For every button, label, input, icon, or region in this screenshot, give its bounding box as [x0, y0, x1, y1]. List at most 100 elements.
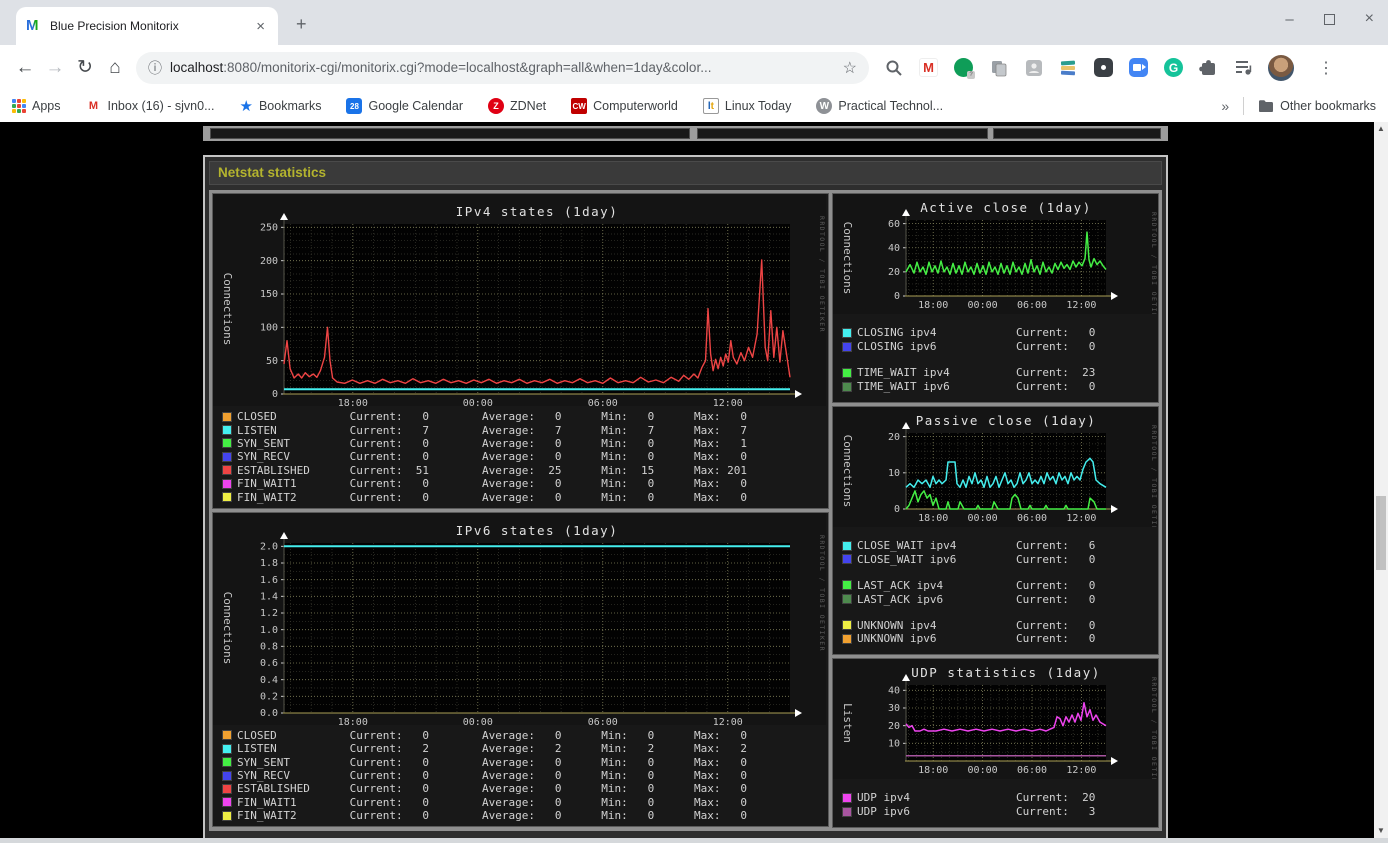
new-tab-button[interactable]: + [296, 14, 307, 35]
legend-text: UNKNOWN ipv6 Current: 0 [857, 632, 1096, 646]
wordpress-icon: W [816, 98, 833, 114]
legend-swatch [843, 368, 851, 377]
legend-row: SYN_SENT Current: 0 Average: 0 Min: 0 Ma… [223, 437, 828, 450]
bookmark-apps[interactable]: Apps [12, 99, 61, 113]
folder-icon [1259, 100, 1274, 112]
svg-text:0: 0 [894, 291, 900, 302]
gmail-extension-icon[interactable]: M [918, 57, 939, 78]
legend-text: CLOSE_WAIT ipv6 Current: 0 [857, 552, 1096, 566]
legend-swatch [843, 342, 851, 351]
other-bookmarks-button[interactable]: Other bookmarks [1258, 99, 1376, 113]
legend-group: TIME_WAIT ipv4 Current: 23 TIME_WAIT ipv6… [843, 366, 1158, 394]
minimize-button[interactable]: – [1285, 11, 1293, 28]
legend-swatch [223, 493, 231, 502]
bookmark-inbox[interactable]: M Inbox (16) - sjvn0... [85, 98, 215, 114]
browser-toolbar: ← → ↻ ⌂ ⓘ localhost:8080/monitorix-cgi/m… [0, 45, 1388, 90]
svg-text:00:00: 00:00 [463, 398, 493, 406]
grammarly-extension-icon[interactable]: G [1163, 57, 1184, 78]
svg-text:0.4: 0.4 [260, 675, 278, 686]
voice-extension-icon[interactable]: ? [953, 57, 975, 79]
svg-text:0: 0 [894, 504, 900, 515]
forward-button[interactable]: → [40, 57, 70, 79]
bookmark-bookmarks[interactable]: ★ Bookmarks [240, 97, 322, 115]
computerworld-icon: CW [571, 98, 588, 114]
legend-swatch [843, 581, 851, 590]
legend-text: LISTEN Current: 7 Average: 7 Min: 7 Max:… [237, 423, 747, 437]
legend-swatch [223, 412, 231, 421]
legend-row: FIN_WAIT1 Current: 0 Average: 0 Min: 0 M… [223, 796, 828, 809]
flashlight-extension-icon[interactable] [1093, 57, 1114, 78]
search-extension-icon[interactable] [883, 57, 904, 78]
legend-row: LISTEN Current: 2 Average: 2 Min: 2 Max:… [223, 742, 828, 755]
legend-row: SYN_RECV Current: 0 Average: 0 Min: 0 Ma… [223, 769, 828, 782]
bookmarks-bar-right: » Other bookmarks [1221, 97, 1376, 115]
reload-button[interactable]: ↻ [70, 56, 100, 79]
legend-row: SYN_RECV Current: 0 Average: 0 Min: 0 Ma… [223, 450, 828, 463]
passive-close-panel: 0 10 20 18:00 00:00 06:00 12:00 Passive close (… [832, 405, 1159, 655]
svg-text:0.8: 0.8 [260, 641, 278, 652]
bookmark-linux-today[interactable]: lt Linux Today [702, 98, 791, 114]
ipv4-states-graph[interactable]: 0 50 100 150 200 250 18:00 00:00 06:00 12:00 IPv4 … [213, 194, 828, 406]
svg-text:40: 40 [888, 243, 900, 254]
page-info-icon[interactable]: ⓘ [148, 58, 162, 78]
legend-swatch [223, 439, 231, 448]
scrollbar-up-arrow[interactable]: ▲ [1374, 122, 1388, 136]
books-extension-icon[interactable] [1058, 57, 1079, 78]
udp-statistics-legend: UDP ipv4 Current: 20 UDP ipv6 Current: 3 [833, 779, 1158, 827]
browser-tab[interactable]: M Blue Precision Monitorix × [16, 7, 278, 45]
legend-swatch [843, 382, 851, 391]
svg-text:18:00: 18:00 [918, 513, 948, 524]
ipv4-states-legend: CLOSED Current: 0 Average: 0 Min: 0 Max:… [213, 406, 828, 508]
back-button[interactable]: ← [10, 57, 40, 79]
address-bar[interactable]: ⓘ localhost:8080/monitorix-cgi/monitorix… [136, 51, 869, 84]
netstat-statistics-section: Netstat statistics 0 50 100 150 200 250 18:00 0… [203, 155, 1168, 843]
legend-row: CLOSED Current: 0 Average: 0 Min: 0 Max:… [223, 410, 828, 423]
svg-text:60: 60 [888, 219, 900, 230]
legend-text: LAST_ACK ipv6 Current: 0 [857, 592, 1096, 606]
page-content: Netstat statistics 0 50 100 150 200 250 18:00 0… [0, 122, 1388, 843]
browser-menu-icon[interactable]: ⋮ [1318, 58, 1334, 78]
playlist-extension-icon[interactable] [1233, 57, 1254, 78]
legend-swatch [223, 784, 231, 793]
bookmarks-overflow-chevron[interactable]: » [1221, 98, 1229, 114]
extensions-puzzle-icon[interactable] [1198, 57, 1219, 78]
maximize-button[interactable] [1323, 13, 1335, 25]
home-button[interactable]: ⌂ [100, 57, 130, 79]
legend-swatch [223, 452, 231, 461]
bookmark-zdnet[interactable]: Z ZDNet [488, 98, 546, 114]
profile-avatar[interactable] [1268, 54, 1294, 81]
legend-swatch [223, 771, 231, 780]
scrollbar-thumb[interactable] [1376, 496, 1386, 570]
passive-close-graph[interactable]: 0 10 20 18:00 00:00 06:00 12:00 Passive close (… [833, 406, 1158, 527]
window-close-button[interactable]: × [1365, 10, 1374, 28]
legend-swatch [223, 811, 231, 820]
section-header: Netstat statistics [209, 161, 1162, 185]
legend-row: FIN_WAIT1 Current: 0 Average: 0 Min: 0 M… [223, 477, 828, 490]
svg-text:2.0: 2.0 [260, 541, 278, 552]
legend-row: TIME_WAIT ipv4 Current: 23 [843, 366, 1158, 380]
star-icon: ★ [239, 98, 253, 115]
page-scrollbar[interactable]: ▲ ▼ [1374, 122, 1388, 838]
svg-text:10: 10 [888, 468, 900, 479]
svg-text:0.0: 0.0 [260, 708, 278, 719]
svg-text:Passive close (1day): Passive close (1day) [916, 413, 1097, 428]
bookmark-google-calendar[interactable]: 28 Google Calendar [346, 98, 463, 114]
svg-text:20: 20 [888, 721, 900, 732]
legend-swatch [223, 758, 231, 767]
legend-row: TIME_WAIT ipv6 Current: 0 [843, 380, 1158, 394]
copy-extension-icon[interactable] [988, 57, 1009, 78]
person-extension-icon[interactable] [1023, 57, 1044, 78]
extensions-row: M ? G ⋮ [883, 54, 1334, 81]
udp-statistics-graph[interactable]: 10 20 30 40 18:00 00:00 06:00 12:00 UDP statisti… [833, 658, 1158, 779]
video-meet-extension-icon[interactable] [1128, 57, 1149, 78]
legend-text: FIN_WAIT1 Current: 0 Average: 0 Min: 0 M… [237, 795, 747, 809]
svg-text:100: 100 [260, 323, 278, 334]
tab-close-icon[interactable]: × [253, 18, 268, 35]
bookmark-star-icon[interactable]: ☆ [843, 58, 857, 78]
active-close-graph[interactable]: 0 20 40 60 18:00 00:00 06:00 12:00 Active close … [833, 194, 1158, 314]
bookmark-computerworld[interactable]: CW Computerworld [571, 98, 678, 114]
svg-text:Connections: Connections [841, 434, 854, 507]
scrollbar-down-arrow[interactable]: ▼ [1374, 824, 1388, 838]
ipv6-states-graph[interactable]: 0.0 0.2 0.4 0.6 0.8 1.0 1.2 1.4 1.6 1.8 2.0 18:00 00… [213, 512, 828, 725]
bookmark-practical-technology[interactable]: W Practical Technol... [816, 98, 943, 114]
